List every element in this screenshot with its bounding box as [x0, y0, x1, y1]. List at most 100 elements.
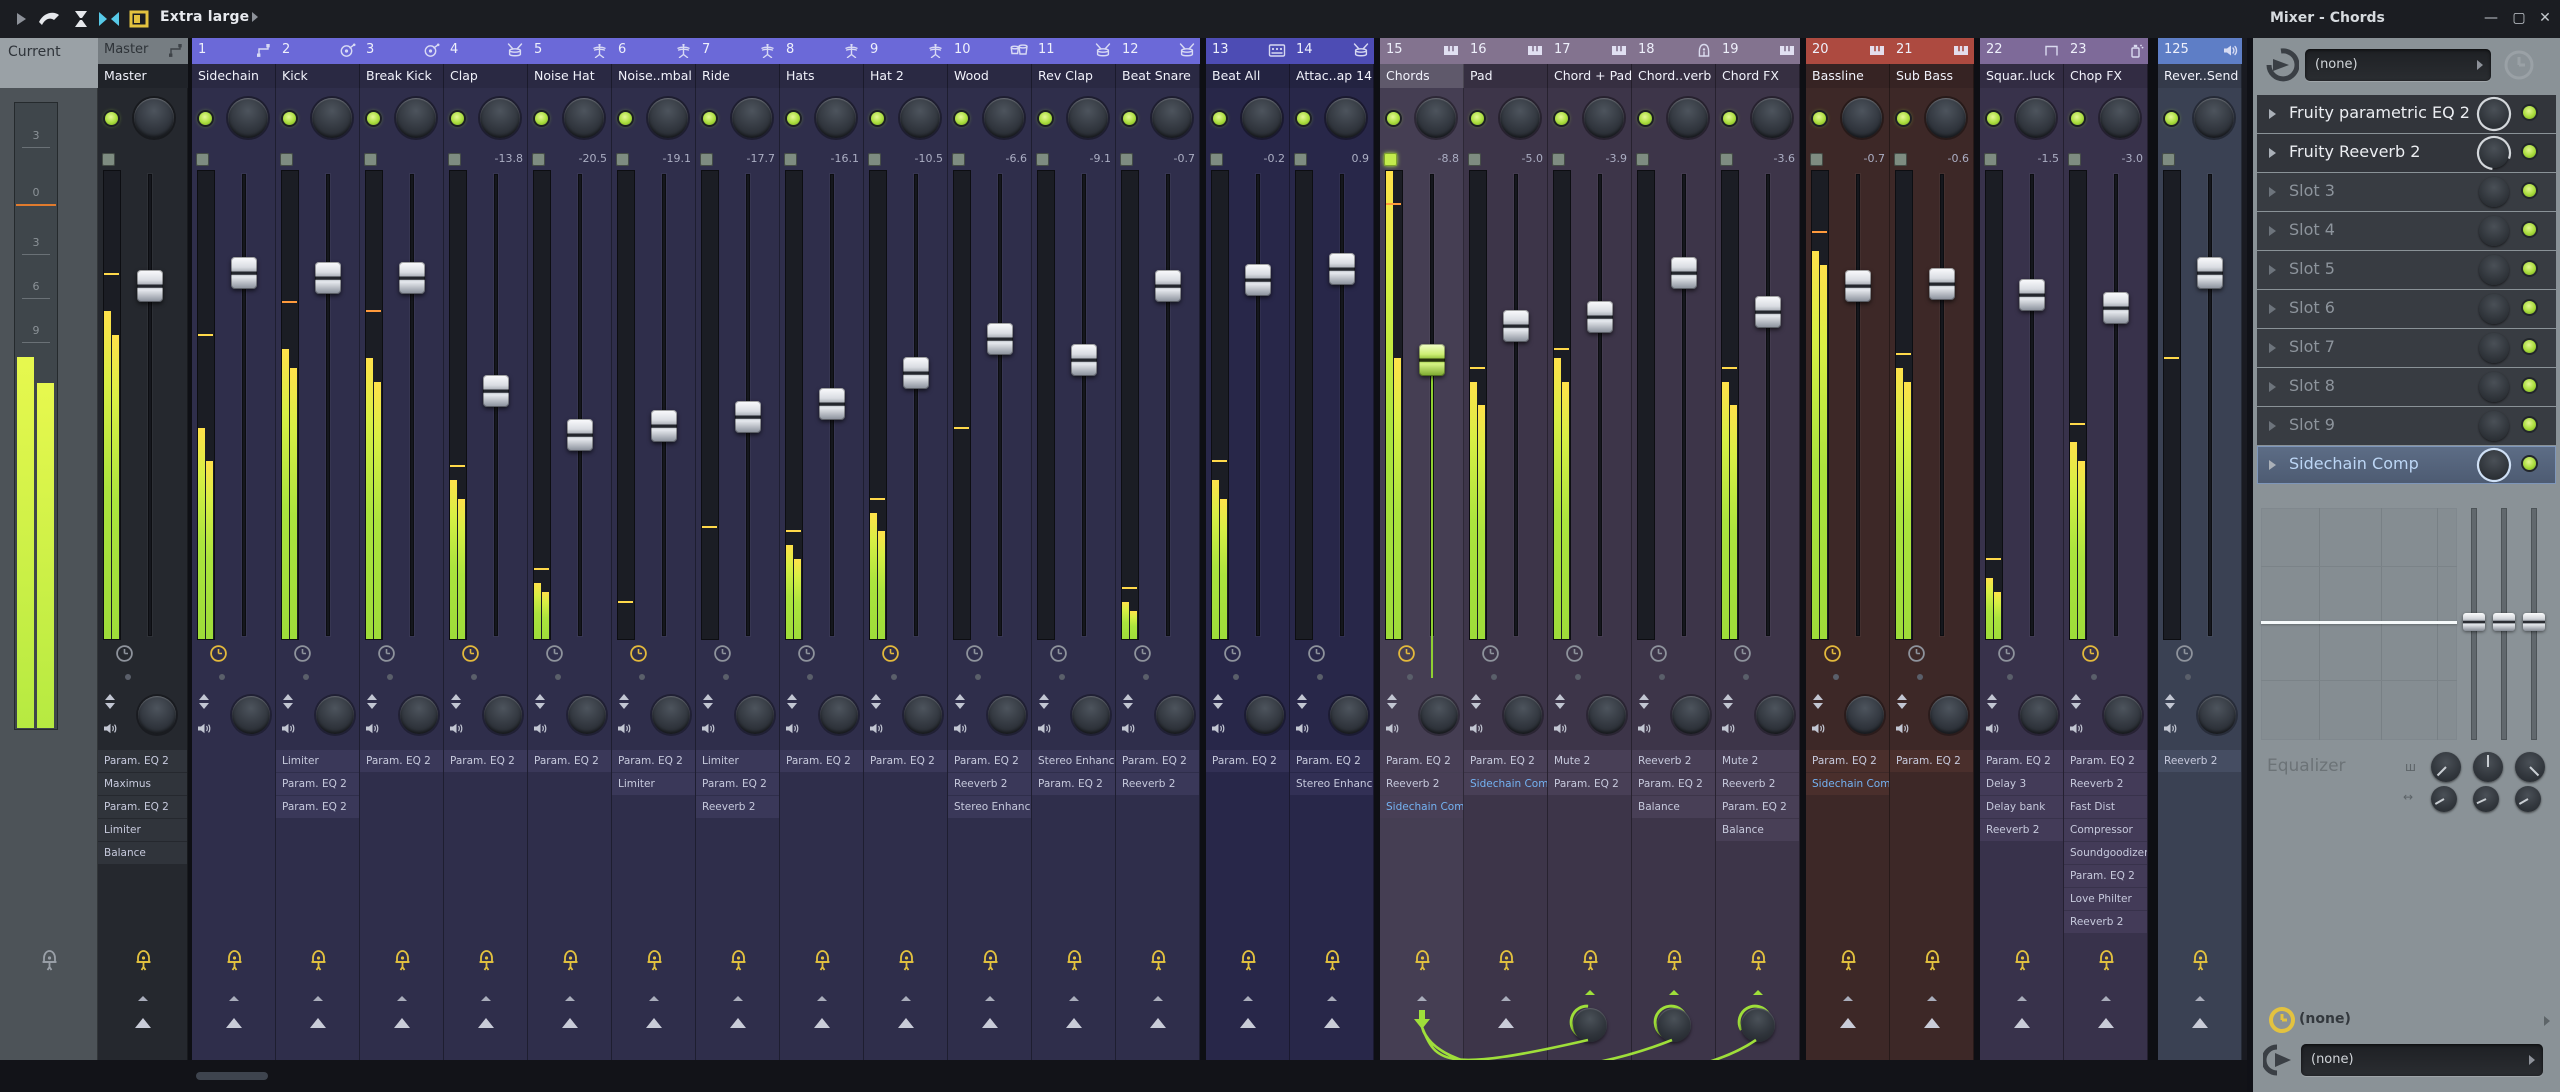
slot-mix-knob[interactable]	[2479, 294, 2509, 324]
plugin-slot-item[interactable]: Param. EQ 2	[1548, 773, 1631, 795]
audio-plug-icon[interactable]	[1290, 946, 1374, 982]
audio-plug-icon[interactable]	[2158, 946, 2242, 982]
volume-fader[interactable]	[1329, 253, 1355, 285]
swap-channels-icon[interactable]	[105, 694, 115, 709]
stereo-knob[interactable]	[648, 98, 688, 138]
track-name[interactable]: Chord + Pad	[1548, 64, 1632, 88]
track-name[interactable]: Clap	[444, 64, 528, 88]
track-header[interactable]: 21	[1890, 38, 1974, 64]
small-caret-icon[interactable]	[1243, 996, 1253, 1001]
volume-fader[interactable]	[1671, 257, 1697, 289]
track-name[interactable]: Bassline	[1806, 64, 1890, 88]
plugin-slot-item[interactable]: Sidechain Comp	[1380, 796, 1463, 818]
latency-clock-icon[interactable]	[629, 644, 648, 663]
volume-fader[interactable]	[987, 323, 1013, 355]
close-button[interactable]: ✕	[2532, 8, 2558, 28]
route-caret-icon[interactable]	[562, 1018, 578, 1028]
plugin-slot-item[interactable]: Sidechain Comp	[1464, 773, 1547, 795]
eq-freq-knob-1[interactable]	[2431, 752, 2461, 782]
track-header[interactable]: 10	[948, 38, 1032, 64]
track-header[interactable]: 4	[444, 38, 528, 64]
mute-speaker-icon[interactable]	[1385, 722, 1399, 735]
swap-channels-icon[interactable]	[1471, 694, 1481, 709]
track-select-square[interactable]	[1384, 153, 1397, 166]
route-caret-icon[interactable]	[982, 1018, 998, 1028]
mute-speaker-icon[interactable]	[701, 722, 715, 735]
mute-speaker-icon[interactable]	[1295, 722, 1309, 735]
track-name[interactable]: Hats	[780, 64, 864, 88]
swap-channels-icon[interactable]	[1987, 694, 1997, 709]
audio-plug-icon[interactable]	[98, 946, 188, 982]
plugin-slot-item[interactable]: Param. EQ 2	[1890, 750, 1973, 772]
audio-plug-icon[interactable]	[612, 946, 696, 982]
plugin-slot-item[interactable]: Mute 2	[1548, 750, 1631, 772]
slot-mix-knob[interactable]	[2476, 96, 2512, 132]
stereo-knob[interactable]	[900, 98, 940, 138]
route-caret-icon[interactable]	[814, 1018, 830, 1028]
slot-enable-led[interactable]	[2523, 418, 2536, 431]
plugin-slot-item[interactable]: Reeverb 2	[1980, 819, 2063, 841]
track-select-square[interactable]	[1036, 153, 1049, 166]
route-caret-icon[interactable]	[1498, 1018, 1514, 1028]
stereo-knob[interactable]	[1326, 98, 1366, 138]
mute-speaker-icon[interactable]	[1553, 722, 1567, 735]
effect-slot-6[interactable]: Slot 6	[2257, 290, 2556, 328]
latency-clock-icon[interactable]	[2081, 644, 2100, 663]
track-header[interactable]: 12	[1116, 38, 1200, 64]
input-clock-icon[interactable]	[2503, 49, 2535, 81]
pan-knob[interactable]	[1930, 696, 1968, 734]
eq-band-high-slider[interactable]	[2523, 508, 2545, 740]
track-enable-led[interactable]	[703, 112, 716, 125]
small-caret-icon[interactable]	[481, 996, 491, 1001]
route-caret-icon[interactable]	[646, 1018, 662, 1028]
slot-enable-led[interactable]	[2523, 301, 2536, 314]
mute-speaker-icon[interactable]	[1811, 722, 1825, 735]
volume-fader[interactable]	[1419, 344, 1445, 376]
volume-fader[interactable]	[567, 419, 593, 451]
slot-mix-knob[interactable]	[2479, 216, 2509, 246]
latency-clock-icon[interactable]	[1997, 644, 2016, 663]
volume-fader[interactable]	[2019, 279, 2045, 311]
eq-band-mid-slider[interactable]	[2493, 508, 2515, 740]
route-caret-icon[interactable]	[1240, 1018, 1256, 1028]
stereo-knob[interactable]	[1584, 98, 1624, 138]
pan-knob[interactable]	[1156, 696, 1194, 734]
track-name[interactable]: Beat Snare	[1116, 64, 1200, 88]
effect-slot-9[interactable]: Slot 9	[2257, 407, 2556, 445]
track-enable-led[interactable]	[2165, 112, 2178, 125]
track-name[interactable]: Beat All	[1206, 64, 1290, 88]
swap-channels-icon[interactable]	[1813, 694, 1823, 709]
pan-knob[interactable]	[1072, 696, 1110, 734]
eq-width-knob-3[interactable]	[2515, 786, 2541, 812]
track-header[interactable]: 16	[1464, 38, 1548, 64]
mute-speaker-icon[interactable]	[1211, 722, 1225, 735]
track-select-square[interactable]	[1636, 153, 1649, 166]
track-name[interactable]: Hat 2	[864, 64, 948, 88]
swap-channels-icon[interactable]	[1213, 694, 1223, 709]
effect-slot-8[interactable]: Slot 8	[2257, 368, 2556, 406]
route-caret-icon[interactable]	[394, 1018, 410, 1028]
track-select-square[interactable]	[1468, 153, 1481, 166]
small-caret-icon[interactable]	[1417, 996, 1427, 1001]
track-header[interactable]: 19	[1716, 38, 1800, 64]
mute-speaker-icon[interactable]	[1985, 722, 1999, 735]
pan-knob[interactable]	[736, 696, 774, 734]
plugin-slot-item[interactable]: Delay bank	[1980, 796, 2063, 818]
track-header[interactable]: 125	[2158, 38, 2242, 64]
track-enable-led[interactable]	[1123, 112, 1136, 125]
latency-clock-icon[interactable]	[797, 644, 816, 663]
track-name[interactable]: Rev Clap	[1032, 64, 1116, 88]
volume-fader[interactable]	[483, 375, 509, 407]
current-tab[interactable]: Current	[0, 38, 98, 88]
audio-plug-icon[interactable]	[1716, 946, 1800, 982]
layout-size-label[interactable]: Extra large	[160, 9, 249, 25]
swap-channels-icon[interactable]	[1297, 694, 1307, 709]
send-knob[interactable]	[1569, 1004, 1611, 1046]
small-caret-icon[interactable]	[2017, 996, 2027, 1001]
small-caret-icon[interactable]	[313, 996, 323, 1001]
slot-mix-knob[interactable]	[2476, 447, 2512, 483]
audio-plug-icon[interactable]	[276, 946, 360, 982]
volume-fader[interactable]	[1845, 270, 1871, 302]
latency-clock-icon[interactable]	[2175, 644, 2194, 663]
eq-width-knob-1[interactable]	[2431, 786, 2457, 812]
